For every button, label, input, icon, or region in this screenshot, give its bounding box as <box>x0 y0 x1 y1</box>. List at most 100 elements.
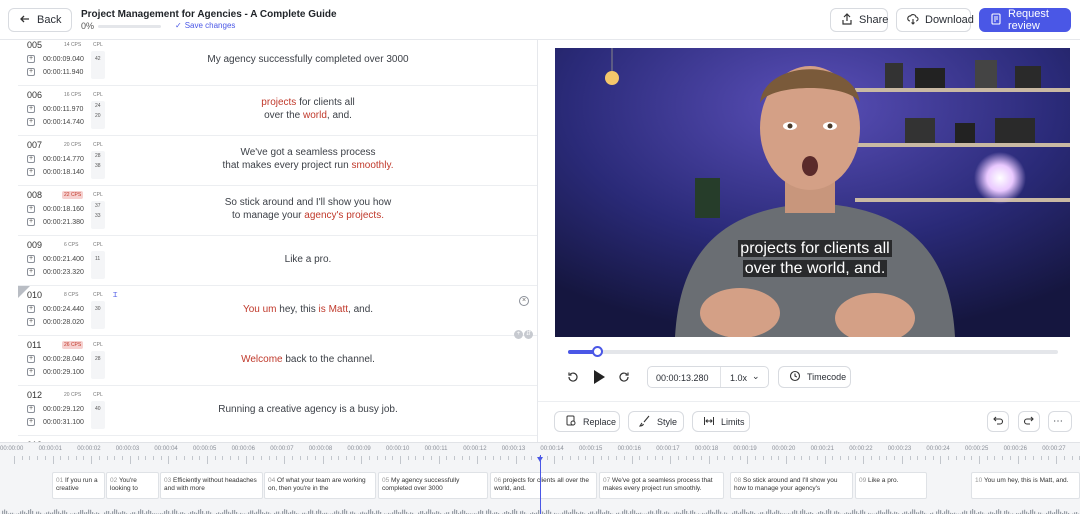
playhead-marker[interactable] <box>537 457 543 462</box>
start-time[interactable]: 00:00:11.970 <box>43 106 83 113</box>
timecode-speed-control[interactable]: 00:00:13.280 1.0x ⌄ <box>647 366 769 388</box>
adjust-start-icon[interactable]: + <box>27 255 35 263</box>
seek-bar[interactable] <box>568 350 1058 354</box>
adjust-end-icon[interactable]: + <box>27 68 35 76</box>
subtitle-text[interactable]: Welcome back to the channel. <box>118 353 498 366</box>
subtitle-row[interactable]: 011 26 CPS CPL 28 +00:00:28.040 +00:00:29.100… <box>18 336 537 386</box>
start-time[interactable]: 00:00:24.440 <box>43 306 84 313</box>
subtitle-segment: Running a creative agency is a busy job. <box>218 404 398 415</box>
end-time[interactable]: 00:00:28.020 <box>43 319 84 326</box>
start-time[interactable]: 00:00:21.400 <box>43 256 84 263</box>
adjust-start-icon[interactable]: + <box>27 105 35 113</box>
subtitle-text[interactable]: You um hey, this is Matt, and. <box>118 303 498 316</box>
end-time[interactable]: 00:00:11.940 <box>43 69 83 76</box>
ruler-tick <box>253 456 255 460</box>
adjust-start-icon[interactable]: + <box>27 405 35 413</box>
adjust-start-icon[interactable]: + <box>27 155 35 163</box>
adjust-start-icon[interactable]: + <box>27 55 35 63</box>
subtitle-row[interactable]: 005 14 CPS CPL 42 +00:00:09.040 +00:00:11.940… <box>18 40 537 86</box>
start-time[interactable]: 00:00:18.160 <box>43 206 84 213</box>
subtitle-text[interactable]: We've got a seamless process that makes e… <box>118 146 498 172</box>
end-time[interactable]: 00:00:21.380 <box>43 219 84 226</box>
adjust-end-icon[interactable]: + <box>27 318 35 326</box>
subtitle-row[interactable]: Ꮖ × + ⇵ 010 8 CPS CPL 30 +00:00:24.440 +00:00:28.… <box>18 286 537 339</box>
close-icon[interactable]: × <box>519 296 529 306</box>
waveform-bar <box>166 509 168 514</box>
adjust-end-icon[interactable]: + <box>27 368 35 376</box>
rewind-icon[interactable] <box>567 371 579 386</box>
video-player[interactable]: projects for clients all over the world,… <box>555 48 1070 337</box>
subtitle-row[interactable]: 008 22 CPS CPL 37 33 +00:00:18.160 +00:00:21.3… <box>18 186 537 236</box>
start-time[interactable]: 00:00:28.040 <box>43 356 84 363</box>
style-button[interactable]: Style <box>628 411 684 432</box>
request-review-button[interactable]: Request review <box>979 8 1071 32</box>
ruler-tick <box>191 456 193 460</box>
subtitle-row[interactable]: 007 20 CPS CPL 28 38 +00:00:14.770 +00:00:18.1… <box>18 136 537 186</box>
limits-button[interactable]: Limits <box>692 411 750 432</box>
adjust-start-icon[interactable]: + <box>27 205 35 213</box>
seek-handle[interactable] <box>592 346 603 357</box>
divider <box>720 367 721 387</box>
start-time[interactable]: 00:00:09.040 <box>43 56 84 63</box>
subtitle-list[interactable]: 005 14 CPS CPL 42 +00:00:09.040 +00:00:11.940… <box>18 40 538 442</box>
play-icon[interactable] <box>592 369 606 388</box>
subtitle-text[interactable]: Like a pro. <box>118 253 498 266</box>
download-button[interactable]: Download <box>896 8 974 32</box>
row-number: 011 <box>27 340 42 350</box>
adjust-start-icon[interactable]: + <box>27 355 35 363</box>
adjust-end-icon[interactable]: + <box>27 218 35 226</box>
ruler-tick <box>932 456 934 460</box>
more-options-button[interactable]: ⋯ <box>1048 411 1072 432</box>
subtitle-row[interactable]: 012 20 CPS CPL 40 +00:00:29.120 +00:00:31.100… <box>18 386 537 436</box>
end-time[interactable]: 00:00:14.740 <box>43 119 84 126</box>
timeline-clip[interactable]: 06 projects for clients all over the wor… <box>490 472 597 499</box>
back-button[interactable]: Back <box>8 8 73 32</box>
replace-button[interactable]: Replace <box>554 411 620 432</box>
timeline-clip[interactable]: 01 If you run a creative <box>52 472 105 499</box>
timeline-clip[interactable]: 03 Efficiently without headaches and wit… <box>160 472 263 499</box>
timecode-button[interactable]: Timecode <box>778 366 851 388</box>
text-format-icon[interactable]: Ꮖ <box>113 292 118 300</box>
clip-text: Like a pro. <box>868 477 899 484</box>
playback-speed[interactable]: 1.0x <box>730 373 747 383</box>
timeline-clip[interactable]: 04 Of what your team are working on, the… <box>264 472 376 499</box>
timeline-clip[interactable]: 02 You're looking to <box>106 472 159 499</box>
redo-button[interactable] <box>1018 411 1040 432</box>
undo-button[interactable] <box>987 411 1009 432</box>
ruler-label: 00:00:10 <box>386 446 410 452</box>
playhead[interactable] <box>540 455 541 514</box>
start-time[interactable]: 00:00:29.120 <box>43 406 84 413</box>
waveform-bar <box>658 509 660 514</box>
adjust-end-icon[interactable]: + <box>27 118 35 126</box>
end-time[interactable]: 00:00:23.320 <box>43 269 84 276</box>
subtitle-text[interactable]: Running a creative agency is a busy job. <box>118 403 498 416</box>
timeline-clip[interactable]: 05 My agency successfully completed over… <box>378 472 488 499</box>
timeline-clip[interactable]: 08 So stick around and I'll show you how… <box>730 472 853 499</box>
subtitle-text[interactable]: projects for clients all over the world, … <box>118 96 498 122</box>
waveform-bar <box>682 510 684 514</box>
forward-icon[interactable] <box>618 371 630 386</box>
end-time[interactable]: 00:00:18.140 <box>43 169 84 176</box>
adjust-end-icon[interactable]: + <box>27 418 35 426</box>
subtitle-text[interactable]: So stick around and I'll show you how to … <box>118 196 498 222</box>
timeline-clip[interactable]: 10 You um hey, this is Matt, and. <box>971 472 1080 499</box>
timeline-clip[interactable]: 07 We've got a seamless process that mak… <box>599 472 724 499</box>
adjust-end-icon[interactable]: + <box>27 168 35 176</box>
save-changes-link[interactable]: ✓ Save changes <box>175 21 235 30</box>
start-time[interactable]: 00:00:14.770 <box>43 156 84 163</box>
adjust-end-icon[interactable]: + <box>27 268 35 276</box>
share-button[interactable]: Share <box>830 8 888 32</box>
subtitle-text[interactable]: My agency successfully completed over 30… <box>118 53 498 66</box>
waveform-bar <box>310 509 312 514</box>
subtitle-row[interactable]: 006 16 CPS CPL 24 20 +00:00:11.970 +00:00:14.7… <box>18 86 537 136</box>
end-time[interactable]: 00:00:29.100 <box>43 369 84 376</box>
timeline-clip[interactable]: 09 Like a pro. <box>855 472 927 499</box>
chevron-down-icon[interactable]: ⌄ <box>752 371 760 382</box>
replace-label: Replace <box>583 416 617 427</box>
adjust-start-icon[interactable]: + <box>27 305 35 313</box>
subtitle-row[interactable]: 009 6 CPS CPL 11 +00:00:21.400 +00:00:23.320 L… <box>18 236 537 286</box>
cpl-value: 38 <box>95 163 101 169</box>
arrow-left-icon <box>19 13 31 28</box>
waveform-bar <box>344 509 346 514</box>
end-time[interactable]: 00:00:31.100 <box>43 419 84 426</box>
